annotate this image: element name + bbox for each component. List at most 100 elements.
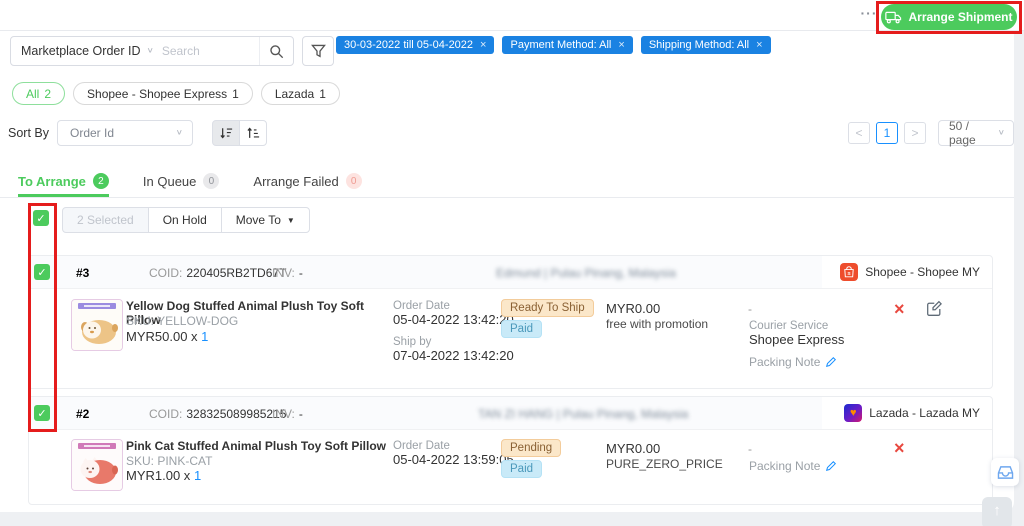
product-thumbnail (71, 299, 123, 351)
channel-pill-lazada[interactable]: Lazada 1 (260, 82, 340, 105)
sort-ascending-icon (246, 126, 260, 140)
sort-field-select[interactable]: Order Id ∨ (57, 120, 193, 146)
filter-funnel-icon (310, 44, 326, 59)
sort-descending-button[interactable] (212, 120, 240, 146)
ship-by-value: 07-04-2022 13:42:20 (393, 348, 514, 363)
channel-pill-shopee[interactable]: Shopee - Shopee Express 1 (73, 82, 253, 105)
pill-count: 1 (319, 86, 326, 101)
sort-ascending-button[interactable] (239, 120, 267, 146)
close-icon[interactable]: × (756, 39, 762, 51)
order-2-header: ✓ #2 COID: 328325089985215 INV: - TAN ZI… (29, 397, 992, 430)
page-background: ··· Arrange Shipment Marketplace Order I… (0, 0, 1024, 526)
customer-info: Edmund | Pulau Pinang, Malaysia (496, 265, 676, 280)
pagination-page-1[interactable]: 1 (876, 122, 898, 144)
product-quantity: 1 (193, 468, 202, 483)
tab-label: In Queue (142, 173, 197, 189)
tab-in-queue[interactable]: In Queue 0 (143, 165, 220, 197)
chat-inbox-button[interactable] (991, 458, 1019, 486)
search-type-dropdown[interactable]: Marketplace Order ID ∨ (11, 44, 162, 58)
filter-chip-shipping-method[interactable]: Shipping Method: All × (640, 36, 771, 54)
pagination-prev-button[interactable]: < (848, 122, 870, 144)
tracking-placeholder: - (748, 302, 752, 316)
order-date-label: Order Date (393, 300, 450, 312)
store-badge: ♥ Lazada - Lazada MY (822, 397, 992, 429)
close-icon[interactable]: × (480, 39, 486, 51)
channel-pill-all[interactable]: All 2 (12, 82, 66, 105)
order-date-label: Order Date (393, 440, 450, 452)
order-2-checkbox[interactable]: ✓ (34, 405, 50, 421)
tab-label: To Arrange (18, 173, 86, 189)
filter-chip-payment-method[interactable]: Payment Method: All × (502, 36, 633, 54)
product-name: Pink Cat Stuffed Animal Plush Toy Soft P… (126, 439, 387, 453)
edit-order-button[interactable] (926, 300, 943, 322)
pill-count: 1 (232, 86, 239, 101)
inbox-icon (997, 465, 1014, 480)
packing-note-link[interactable]: Packing Note (749, 355, 837, 369)
order-3-body: Yellow Dog Stuffed Animal Plush Toy Soft… (29, 289, 992, 389)
order-number: #2 (76, 406, 90, 421)
order-amount: MYR0.00 (606, 441, 661, 456)
order-inv: INV: - (272, 406, 303, 421)
pagination-next-button[interactable]: > (904, 122, 926, 144)
search-input[interactable] (161, 44, 259, 58)
order-card-3: ✓ #3 COID: 220405RB2TD67T INV: - Edmund … (28, 255, 993, 389)
move-to-button[interactable]: Move To ▼ (220, 207, 310, 233)
on-hold-button[interactable]: On Hold (147, 207, 222, 233)
order-3-checkbox[interactable]: ✓ (34, 264, 50, 280)
courier-service-value: Shopee Express (749, 332, 845, 347)
filter-chip-date-range[interactable]: 30-03-2022 till 05-04-2022 × (336, 36, 495, 54)
product-price: MYR50.00 x 1 (126, 329, 209, 344)
svg-text:S: S (848, 271, 852, 277)
selected-count-button[interactable]: 2 Selected (62, 207, 149, 233)
caret-down-icon: ▼ (286, 215, 295, 225)
arrange-shipment-button[interactable]: Arrange Shipment (881, 4, 1017, 30)
product-thumbnail (71, 439, 123, 491)
check-icon: ✓ (37, 407, 47, 420)
product-quantity: 1 (201, 329, 209, 344)
pencil-icon (825, 356, 837, 368)
scroll-top-button[interactable]: ↑ (982, 497, 1012, 526)
pencil-icon (825, 460, 837, 472)
search-button[interactable] (259, 37, 293, 65)
sort-direction-buttons (212, 120, 267, 146)
tab-arrange-failed[interactable]: Arrange Failed 0 (253, 165, 362, 197)
status-tabs: To Arrange 2 In Queue 0 Arrange Failed 0 (0, 165, 1014, 198)
order-coid: COID: 328325089985215 (149, 406, 287, 421)
sort-field-value: Order Id (70, 126, 115, 140)
chevron-down-icon: ∨ (997, 128, 1005, 137)
chevron-down-icon: ∨ (175, 128, 183, 137)
tab-count-badge: 0 (345, 173, 362, 189)
payment-badge: Paid (501, 460, 543, 478)
more-actions-button[interactable]: ··· (856, 4, 882, 26)
store-name: Shopee - Shopee MY (865, 265, 980, 279)
filter-button[interactable] (302, 36, 334, 66)
order-card-2: ✓ #2 COID: 328325089985215 INV: - TAN ZI… (28, 396, 993, 505)
status-badge: Ready To Ship (501, 299, 594, 317)
bulk-action-group: 2 Selected On Hold Move To ▼ (62, 207, 310, 233)
sort-descending-icon (219, 126, 233, 140)
order-amount: MYR0.00 (606, 301, 661, 316)
move-to-label: Move To (235, 213, 281, 227)
filter-chip-shipping-label: Shipping Method: All (648, 39, 750, 51)
lazada-icon: ♥ (844, 404, 863, 422)
search-icon (269, 44, 284, 59)
page-size-select[interactable]: 50 / page ∨ (938, 119, 1014, 147)
tab-to-arrange[interactable]: To Arrange 2 (18, 165, 109, 197)
cancel-order-button[interactable]: × (894, 300, 905, 318)
select-all-checkbox[interactable]: ✓ (33, 210, 49, 226)
ship-by-label: Ship by (393, 336, 432, 348)
amount-note: PURE_ZERO_PRICE (606, 457, 723, 471)
pill-label: Shopee - Shopee Express (87, 86, 228, 101)
order-date-value: 05-04-2022 13:42:20 (393, 312, 514, 327)
tracking-placeholder: - (748, 442, 752, 456)
product-sku: SKU: PINK-CAT (126, 454, 213, 468)
tab-count-badge: 0 (203, 173, 220, 189)
arrange-shipment-label: Arrange Shipment (908, 10, 1013, 24)
payment-badge: Paid (501, 320, 543, 338)
order-3-header: ✓ #3 COID: 220405RB2TD67T INV: - Edmund … (29, 256, 992, 289)
filter-chip-payment-label: Payment Method: All (510, 39, 612, 51)
close-icon[interactable]: × (618, 39, 624, 51)
cancel-order-button[interactable]: × (894, 439, 905, 457)
check-icon: ✓ (36, 212, 46, 225)
packing-note-link[interactable]: Packing Note (749, 459, 837, 473)
